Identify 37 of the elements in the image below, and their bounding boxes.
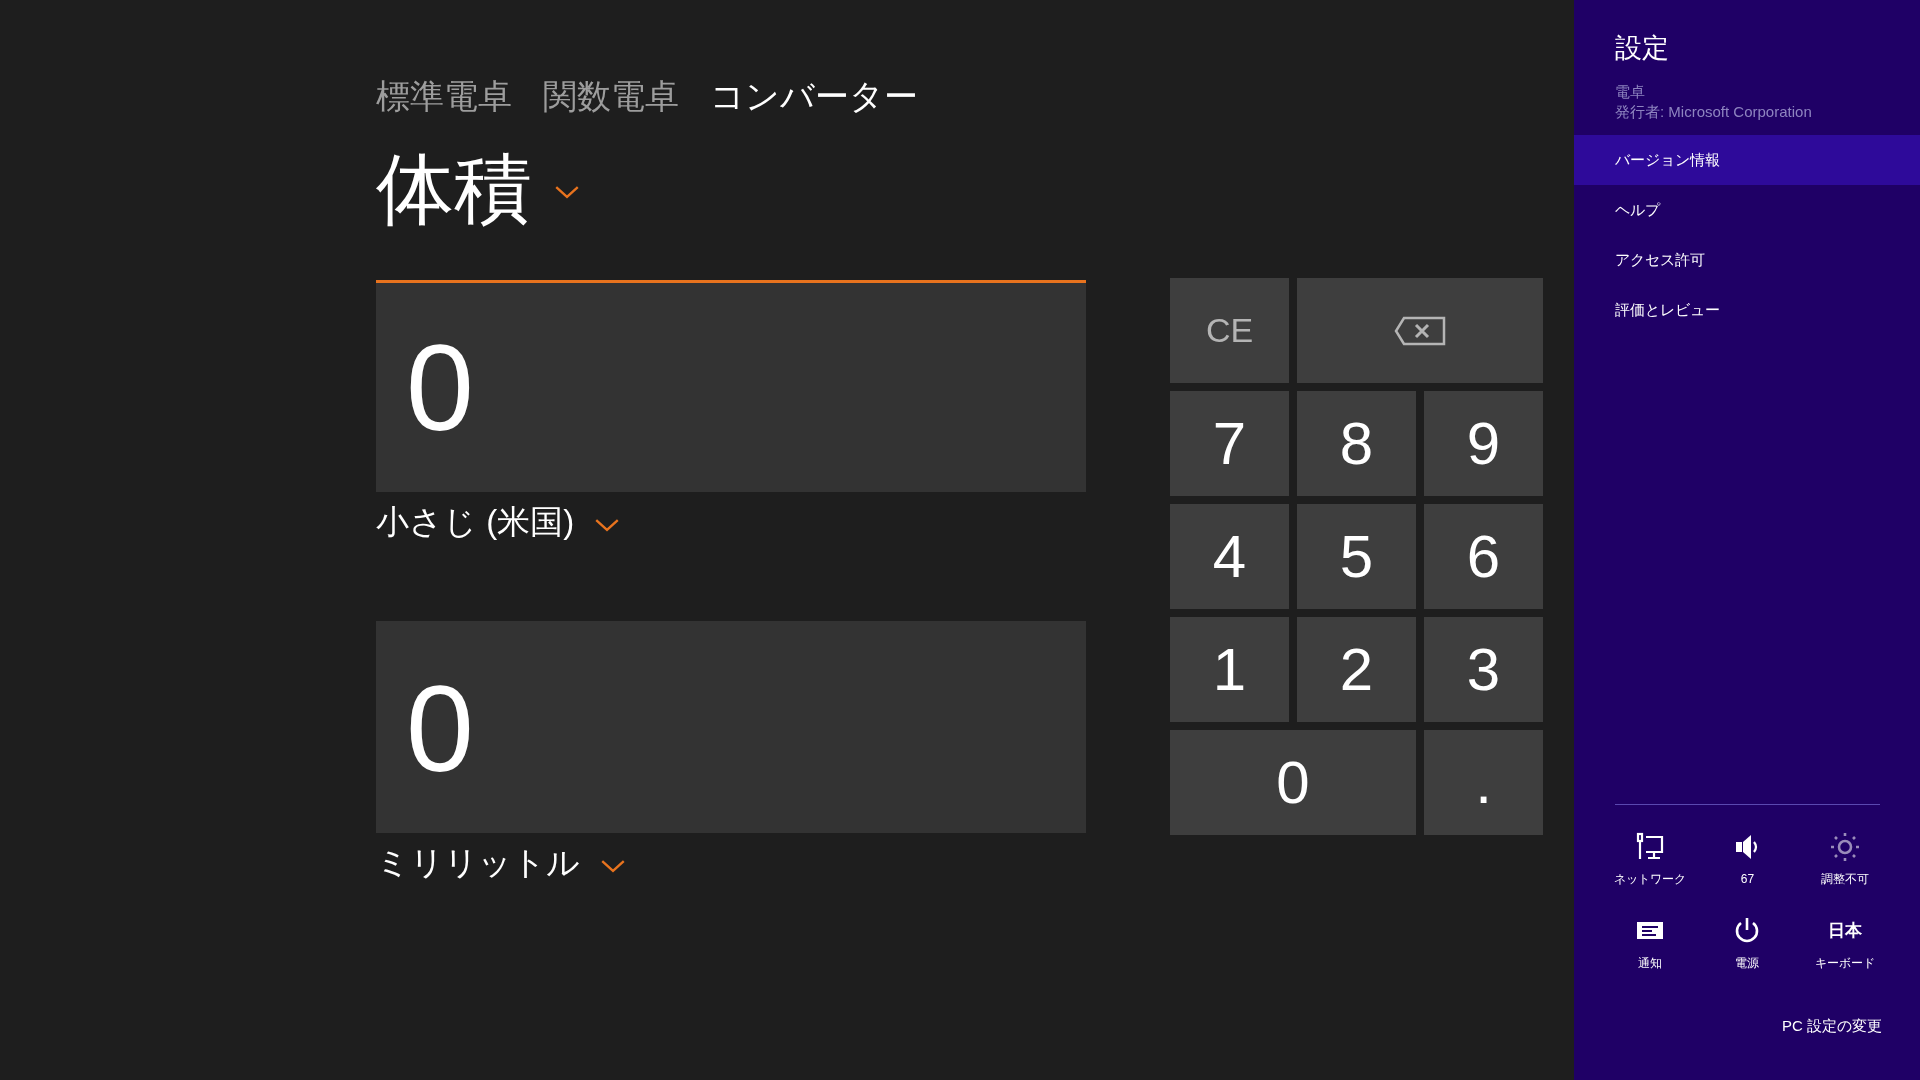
key-button[interactable]: 4 xyxy=(1170,504,1289,609)
publisher-text: 発行者: Microsoft Corporation xyxy=(1615,102,1813,122)
app-name: 電卓 xyxy=(1615,82,1646,102)
value-field[interactable]: 0 xyxy=(376,621,1086,833)
value-field[interactable]: 0 xyxy=(376,280,1086,492)
key-button[interactable]: 6 xyxy=(1424,504,1543,609)
key-button[interactable]: 8 xyxy=(1297,391,1416,496)
key-button[interactable]: 7 xyxy=(1170,391,1289,496)
tab[interactable]: 関数電卓 xyxy=(543,70,679,122)
pc-settings-link[interactable]: PC 設定の変更 xyxy=(1615,1017,1882,1036)
backspace-icon xyxy=(1394,315,1446,346)
menu-item[interactable]: 評価とレビュー xyxy=(1574,285,1920,335)
chevron-down-icon[interactable] xyxy=(594,518,621,532)
key-button[interactable]: 1 xyxy=(1170,617,1289,722)
key-button[interactable]: 9 xyxy=(1424,391,1543,496)
quick-setting-button[interactable]: 67 xyxy=(1698,831,1797,887)
key-button[interactable]: . xyxy=(1424,730,1543,835)
language-indicator: 日本 xyxy=(1828,920,1863,942)
quick-setting-button[interactable]: 電源 xyxy=(1698,915,1797,971)
key-button[interactable]: 0 xyxy=(1170,730,1416,835)
key-button[interactable]: 3 xyxy=(1424,617,1543,722)
category-title[interactable]: 体積 xyxy=(376,140,532,238)
menu-item[interactable]: バージョン情報 xyxy=(1574,135,1920,185)
quick-setting-button[interactable]: 日本 キーボード xyxy=(1796,915,1894,971)
unit-selector[interactable]: 小さじ (米国) xyxy=(376,500,575,544)
chevron-down-icon[interactable] xyxy=(600,859,626,873)
tab[interactable]: 標準電卓 xyxy=(376,70,512,122)
panel-title: 設定 xyxy=(1615,32,1670,65)
quick-setting-button[interactable]: ネットワーク xyxy=(1601,831,1699,887)
key-button[interactable]: 2 xyxy=(1297,617,1416,722)
tab[interactable]: コンバーター xyxy=(710,70,918,122)
menu-item[interactable]: ヘルプ xyxy=(1574,185,1920,235)
chevron-down-icon[interactable] xyxy=(554,185,580,199)
unit-selector[interactable]: ミリリットル xyxy=(376,841,580,885)
key-button[interactable]: 5 xyxy=(1297,504,1416,609)
quick-setting-button[interactable]: 通知 xyxy=(1601,915,1699,971)
menu-item[interactable]: アクセス許可 xyxy=(1574,235,1920,285)
